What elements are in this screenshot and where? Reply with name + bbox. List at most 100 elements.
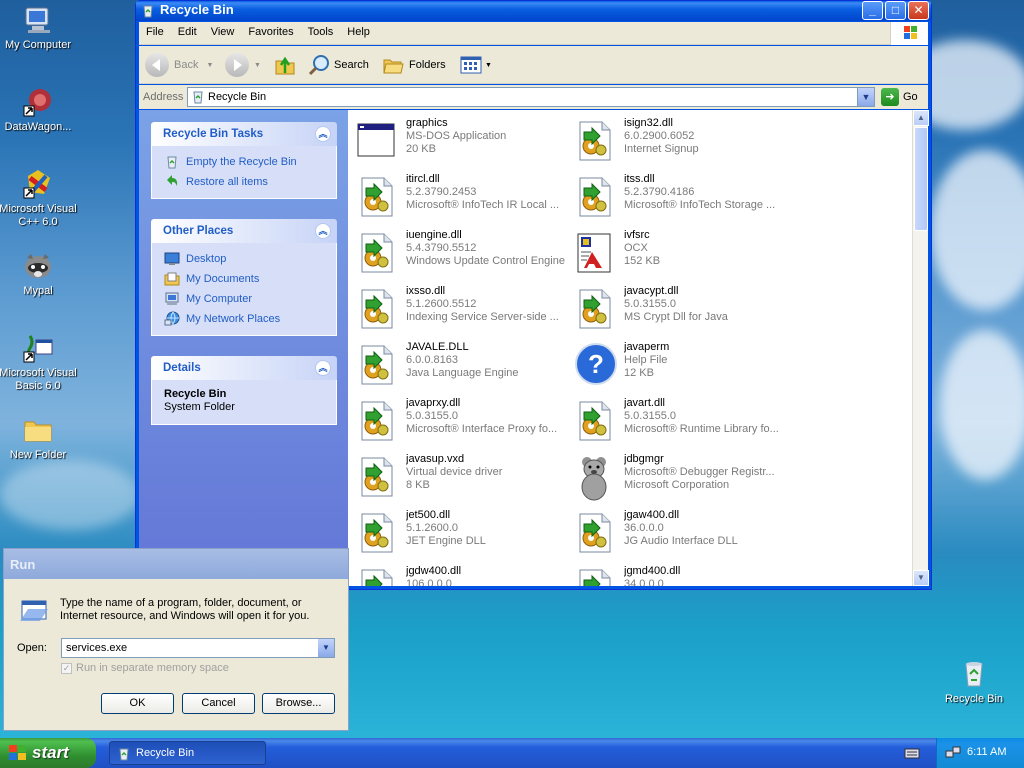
run-dialog-title[interactable]: Run [4, 549, 348, 579]
vertical-scrollbar[interactable]: ▲ ▼ [912, 110, 929, 586]
visual-cpp-shortcut-icon [22, 168, 54, 200]
collapse-chevron-icon[interactable]: ︽ [315, 223, 331, 239]
desktop-icon-my-computer[interactable]: My Computer [0, 4, 80, 52]
file-name: jgaw400.dll [624, 509, 680, 521]
up-folder-button[interactable] [273, 52, 297, 78]
desktop-icon [164, 252, 180, 265]
recycle-bin-icon [140, 3, 156, 19]
keyboard-icon[interactable] [904, 746, 920, 760]
forward-dropdown-icon[interactable]: ▼ [254, 62, 261, 69]
window-titlebar[interactable]: Recycle Bin _ □ ✕ [136, 1, 931, 21]
menu-file[interactable]: File [139, 22, 171, 38]
file-detail: Internet Signup [624, 143, 699, 155]
run-description: Type the name of a program, folder, docu… [60, 597, 310, 622]
my-computer-link[interactable]: My Computer [164, 289, 336, 309]
collapse-chevron-icon[interactable]: ︽ [315, 126, 331, 142]
file-item[interactable]: ixsso.dll 5.1.2600.5512 Indexing Service S… [352, 282, 567, 336]
desktop-icon-recycle-bin[interactable]: Recycle Bin [932, 658, 1016, 706]
file-item[interactable]: jet500.dll 5.1.2600.0 JET Engine DLL [352, 506, 567, 560]
file-detail: Windows Update Control Engine [406, 255, 565, 267]
cancel-button[interactable]: Cancel [182, 693, 255, 714]
forward-button[interactable]: ▼ [225, 52, 261, 78]
file-detail: 152 KB [624, 255, 661, 267]
file-item[interactable]: javaprxy.dll 5.0.3155.0 Microsoft® Interfa… [352, 394, 567, 448]
menu-favorites[interactable]: Favorites [241, 22, 300, 38]
file-detail: Java Language Engine [406, 367, 519, 379]
file-detail: Microsoft® InfoTech Storage ... [624, 199, 776, 211]
desktop-icon-mypal[interactable]: Mypal [0, 250, 80, 298]
scroll-down-icon[interactable]: ▼ [913, 570, 929, 586]
file-item[interactable]: graphics MS-DOS Application 20 KB [352, 114, 567, 168]
file-item[interactable]: javasup.vxd Virtual device driver 8 KB [352, 450, 567, 504]
file-item[interactable]: itss.dll 5.2.3790.4186 Microsoft® InfoTech… [570, 170, 785, 224]
ok-button[interactable]: OK [101, 693, 174, 714]
minimize-button[interactable]: _ [862, 1, 883, 20]
my-network-places-link[interactable]: My Network Places [164, 309, 336, 329]
menu-view[interactable]: View [204, 22, 242, 38]
open-label: Open: [17, 642, 47, 654]
folders-button[interactable]: Folders [381, 52, 446, 78]
search-button[interactable]: Search [307, 52, 369, 78]
my-documents-link[interactable]: My Documents [164, 269, 336, 289]
address-dropdown-icon[interactable]: ▼ [857, 88, 874, 106]
file-item[interactable]: ? javaperm Help File 12 KB [570, 338, 785, 392]
file-item[interactable]: JAVALE.DLL 6.0.0.8163 Java Language Engine [352, 338, 567, 392]
file-name: jgmd400.dll [624, 565, 681, 577]
browse-button[interactable]: Browse... [262, 693, 335, 714]
file-item[interactable]: jgaw400.dll 36.0.0.0 JG Audio Interface DL… [570, 506, 785, 560]
menu-help[interactable]: Help [340, 22, 377, 38]
collapse-chevron-icon[interactable]: ︽ [315, 360, 331, 376]
recycle-bin-icon [958, 658, 990, 690]
file-detail: Virtual device driver [406, 466, 503, 478]
scroll-thumb[interactable] [914, 127, 928, 231]
restore-all-items-link[interactable]: Restore all items [164, 172, 336, 192]
address-input[interactable]: Recycle Bin ▼ [187, 87, 875, 107]
back-button[interactable]: Back ▼ [145, 52, 213, 78]
views-button[interactable]: ▼ [459, 52, 492, 78]
file-detail: 36.0.0.0 [624, 522, 664, 534]
file-item[interactable]: javart.dll 5.0.3155.0 Microsoft® Runtime L… [570, 394, 785, 448]
taskbar-item-recycle-bin[interactable]: Recycle Bin [109, 741, 266, 765]
file-item[interactable]: isign32.dll 6.0.2900.6052 Internet Signup [570, 114, 785, 168]
other-places-header[interactable]: Other Places ︽ [151, 219, 337, 243]
desktop-icon-datawagon[interactable]: DataWagon... [0, 86, 80, 134]
views-dropdown-icon: ▼ [485, 61, 492, 69]
desktop-icon-visual-basic[interactable]: Microsoft Visual Basic 6.0 [0, 332, 80, 393]
open-dropdown-icon[interactable]: ▼ [318, 639, 334, 657]
close-button[interactable]: ✕ [908, 1, 929, 20]
desktop-icon-new-folder[interactable]: New Folder [0, 414, 80, 462]
file-item[interactable]: ivfsrc OCX 152 KB [570, 226, 785, 280]
file-detail: Microsoft® Interface Proxy fo... [406, 423, 558, 435]
scroll-up-icon[interactable]: ▲ [913, 110, 929, 126]
empty-recycle-bin-link[interactable]: Empty the Recycle Bin [164, 152, 336, 172]
desktop-link[interactable]: Desktop [164, 249, 336, 269]
file-item[interactable]: jgdw400.dll 106.0.0.0 [352, 562, 567, 586]
menu-tools[interactable]: Tools [301, 22, 341, 38]
go-button[interactable]: ➜ Go [881, 88, 918, 106]
maximize-button[interactable]: □ [885, 1, 906, 20]
clock[interactable]: 6:11 AM [967, 746, 1007, 758]
desktop-icon-visual-cpp[interactable]: Microsoft Visual C++ 6.0 [0, 168, 80, 229]
file-name: iuengine.dll [406, 229, 462, 241]
window-title: Recycle Bin [160, 2, 234, 17]
start-button[interactable]: start [0, 738, 96, 768]
svg-text:?: ? [588, 349, 604, 379]
file-detail: 106.0.0.0 [406, 578, 452, 586]
other-places-panel: Other Places ︽ Desktop My Documents My C… [151, 219, 337, 336]
file-item[interactable]: jdbgmgr Microsoft® Debugger Registr... Mic… [570, 450, 785, 504]
network-connection-icon[interactable] [945, 745, 961, 761]
open-input[interactable]: services.exe ▼ [61, 638, 335, 658]
visual-basic-shortcut-icon [22, 332, 54, 364]
file-item[interactable]: itircl.dll 5.2.3790.2453 Microsoft® InfoTe… [352, 170, 567, 224]
details-header[interactable]: Details ︽ [151, 356, 337, 380]
file-item[interactable]: javacypt.dll 5.0.3155.0 MS Crypt Dll for J… [570, 282, 785, 336]
file-name: graphics [406, 117, 448, 129]
file-name: itircl.dll [406, 173, 440, 185]
file-item[interactable]: iuengine.dll 5.4.3790.5512 Windows Update … [352, 226, 567, 280]
file-item[interactable]: jgmd400.dll 34.0.0.0 [570, 562, 785, 586]
file-detail: Microsoft® InfoTech IR Local ... [406, 199, 559, 211]
run-program-icon [18, 597, 50, 625]
menu-edit[interactable]: Edit [171, 22, 204, 38]
recycle-bin-tasks-header[interactable]: Recycle Bin Tasks ︽ [151, 122, 337, 146]
back-dropdown-icon[interactable]: ▼ [206, 62, 213, 69]
